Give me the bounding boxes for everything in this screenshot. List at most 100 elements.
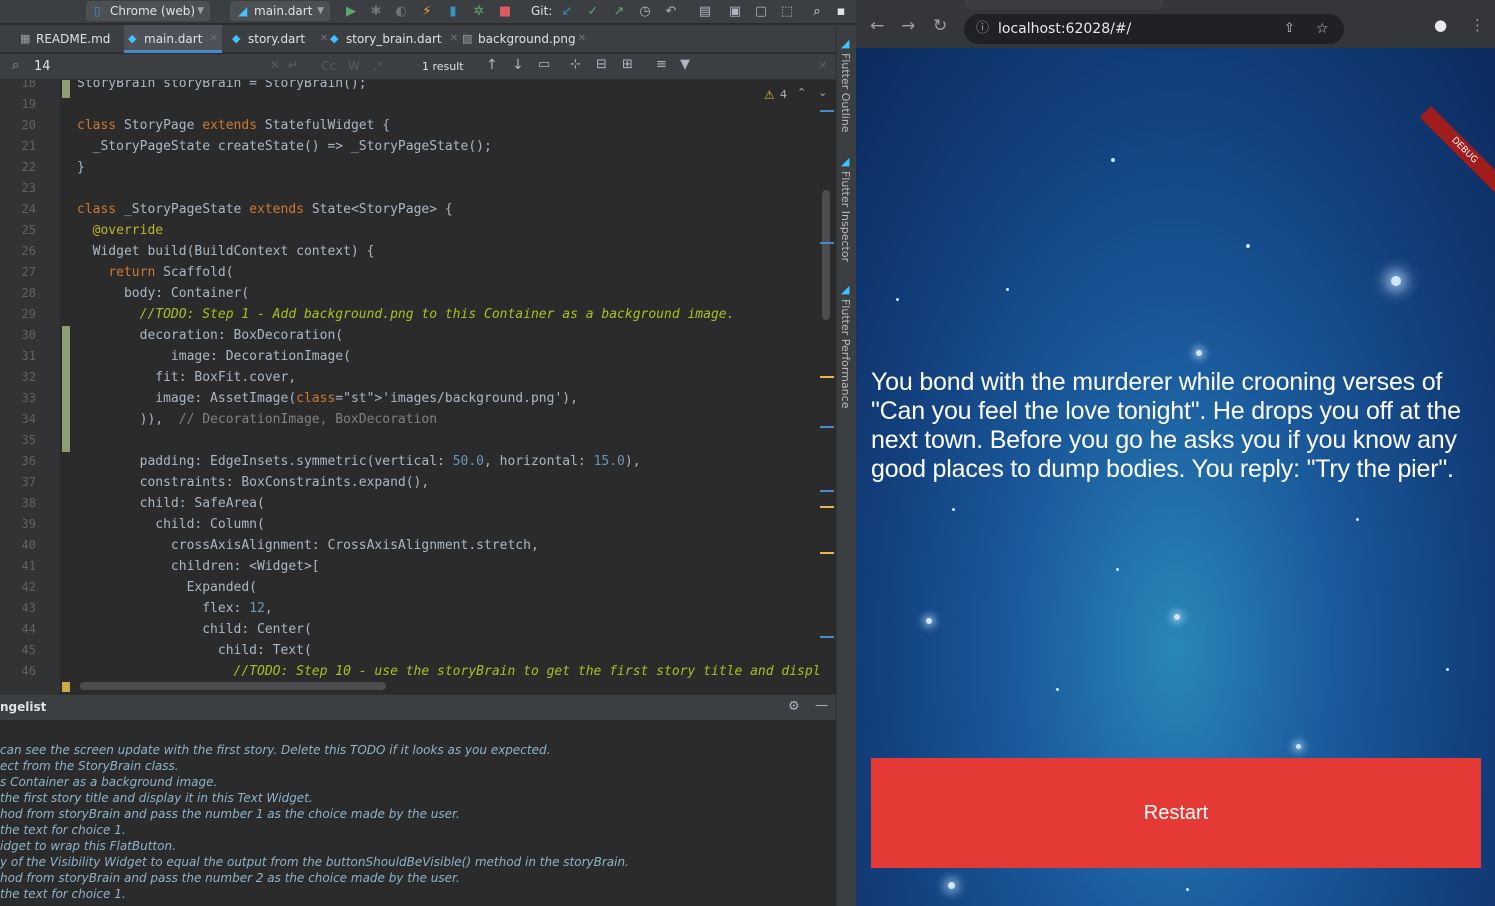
todo-item[interactable]: y of the Visibility Widget to equal the … xyxy=(0,854,629,870)
close-find-icon[interactable]: ✕ xyxy=(818,59,827,72)
debug-icon[interactable]: ✱ xyxy=(367,3,385,21)
line-number: 37 xyxy=(21,475,36,489)
arrow-up-icon[interactable]: ↑ xyxy=(486,57,498,73)
site-info-icon[interactable]: ⓘ xyxy=(976,14,989,44)
line-number: 18 xyxy=(21,80,36,90)
add-occurrence-icon[interactable]: ⊹ xyxy=(570,57,581,72)
horizontal-scrollbar[interactable] xyxy=(80,682,386,690)
flutter-inspector-panel[interactable]: Flutter Inspector xyxy=(839,171,852,262)
star-sparkle xyxy=(1111,158,1115,162)
select-all-occurrences-icon[interactable]: ▭ xyxy=(538,57,550,72)
find-bar: ⌕ 14 ✕ ↵ Cc W .* 1 result ↑ ↓ ▭ ⊹ ⊟ ⊞ ≡ … xyxy=(0,54,836,80)
hot-reload-icon[interactable]: ⚡ xyxy=(418,3,436,21)
project-structure-icon[interactable]: ▤ xyxy=(696,3,714,21)
search-icon[interactable]: ⌕ xyxy=(808,3,826,21)
tab-story-dart[interactable]: ◆ story.dart ✕ xyxy=(228,25,328,53)
new-line-icon[interactable]: ↵ xyxy=(288,58,298,72)
avatar-icon[interactable]: ▪ xyxy=(832,3,850,21)
bookmark-star-icon[interactable]: ☆ xyxy=(1316,14,1329,44)
history-icon[interactable]: ◷ xyxy=(636,3,654,21)
code-editor[interactable]: 18 19 20 21 22 23 24 25 26 27 28 29 30 31 32 33 34 35 36 37… xyxy=(0,80,836,694)
todo-item[interactable]: can see the screen update with the first… xyxy=(0,742,550,758)
star-sparkle xyxy=(1116,568,1119,571)
code-line: } xyxy=(77,160,85,175)
tab-background-png[interactable]: ▨ background.png ✕ xyxy=(458,25,586,53)
vertical-scrollbar[interactable] xyxy=(822,190,830,320)
chevron-down-icon: ▼ xyxy=(317,6,324,16)
emulator-icon[interactable]: ▣ xyxy=(726,3,744,21)
remove-occurrence-icon[interactable]: ⊟ xyxy=(596,57,607,72)
todo-item[interactable]: the first story title and display it in … xyxy=(0,790,313,806)
address-bar[interactable]: ⓘ localhost:62028/#/ ⇧ ☆ xyxy=(964,14,1344,44)
device-mirroring-icon[interactable]: ▢ xyxy=(752,3,770,21)
app-page: DEBUG You bond with the murderer while c… xyxy=(856,48,1495,906)
share-icon[interactable]: ⇧ xyxy=(1284,14,1295,44)
close-icon[interactable]: ✕ xyxy=(210,25,218,53)
device-selector[interactable]: ▯ Chrome (web) ▼ xyxy=(86,1,210,21)
todo-item[interactable]: ect from the StoryBrain class. xyxy=(0,758,179,774)
git-push-icon[interactable]: ↗ xyxy=(610,3,628,21)
line-number: 40 xyxy=(21,538,36,552)
profile-icon[interactable]: ● xyxy=(1434,16,1447,34)
find-result-count: 1 result xyxy=(422,60,464,73)
stop-icon[interactable]: ■ xyxy=(496,3,514,21)
git-commit-icon[interactable]: ✓ xyxy=(584,3,602,21)
tab-label: story.dart xyxy=(248,32,306,46)
editor-tabs: ▦ README.md ◆ main.dart ✕ ◆ story.dart ✕… xyxy=(0,25,836,53)
regex-toggle[interactable]: .* xyxy=(373,59,383,73)
line-number: 38 xyxy=(21,496,36,510)
todo-item[interactable]: the text for choice 1. xyxy=(0,886,126,902)
todo-item[interactable]: s Container as a background image. xyxy=(0,774,217,790)
match-case-toggle[interactable]: Cc xyxy=(321,59,336,73)
debug-banner: DEBUG xyxy=(1419,106,1495,196)
attach-debugger-icon[interactable]: ✲ xyxy=(470,3,488,21)
star-sparkle xyxy=(952,508,955,511)
line-number: 26 xyxy=(21,244,36,258)
tab-label: background.png xyxy=(478,32,576,46)
multiline-icon[interactable]: ≡ xyxy=(656,57,667,72)
chevron-down-icon[interactable]: ⌄ xyxy=(818,86,827,99)
profile-icon[interactable]: ◐ xyxy=(392,3,410,21)
reload-icon[interactable]: ↻ xyxy=(933,16,947,36)
flutter-performance-panel[interactable]: Flutter Performance xyxy=(839,299,852,408)
todo-item[interactable]: idget to wrap this FlatButton. xyxy=(0,838,176,854)
select-all-icon[interactable]: ⊞ xyxy=(622,57,633,72)
filter-icon[interactable]: ▼ xyxy=(680,57,690,72)
dart-file-icon: ◆ xyxy=(128,32,137,45)
find-input[interactable]: 14 xyxy=(34,59,51,74)
tab-story-brain-dart[interactable]: ◆ story_brain.dart ✕ xyxy=(326,25,458,53)
close-icon[interactable]: ✕ xyxy=(450,25,458,53)
vcs-change-marker xyxy=(62,80,70,98)
close-icon[interactable]: ✕ xyxy=(578,25,586,53)
git-update-icon[interactable]: ↙ xyxy=(558,3,576,21)
tab-main-dart[interactable]: ◆ main.dart ✕ xyxy=(124,25,222,53)
code-line: Expanded( xyxy=(77,580,258,595)
whole-word-toggle[interactable]: W xyxy=(348,59,360,73)
todo-item[interactable]: hod from storyBrain and pass the number … xyxy=(0,870,460,886)
kebab-menu-icon[interactable]: ⋮ xyxy=(1470,16,1485,34)
run-config-selector[interactable]: ◢ main.dart ▼ xyxy=(230,1,330,21)
sdk-manager-icon[interactable]: ⬚ xyxy=(778,3,796,21)
gear-icon[interactable]: ⚙ xyxy=(788,699,800,714)
arrow-down-icon[interactable]: ↓ xyxy=(512,57,524,73)
todo-panel-header: ngelist ⚙ — xyxy=(0,694,836,720)
rollback-icon[interactable]: ↶ xyxy=(662,3,680,21)
code-line: flex: 12, xyxy=(77,601,273,616)
tab-readme[interactable]: ▦ README.md xyxy=(16,25,120,53)
run-icon[interactable]: ▶ xyxy=(342,3,360,21)
star-sparkle xyxy=(926,618,932,624)
chevron-up-icon[interactable]: ⌃ xyxy=(797,86,806,99)
forward-icon[interactable]: → xyxy=(901,16,915,36)
active-tab[interactable] xyxy=(964,0,1164,10)
todo-item[interactable]: hod from storyBrain and pass the number … xyxy=(0,806,460,822)
restart-button[interactable]: Restart xyxy=(871,758,1481,868)
warning-icon[interactable]: ⚠ xyxy=(764,88,775,102)
line-number: 23 xyxy=(21,181,36,195)
flutter-outline-panel[interactable]: Flutter Outline xyxy=(839,53,852,133)
clear-search-icon[interactable]: ✕ xyxy=(270,58,280,72)
todo-item[interactable]: the text for choice 1. xyxy=(0,822,126,838)
line-number: 32 xyxy=(21,370,36,384)
back-icon[interactable]: ← xyxy=(870,16,884,36)
minimize-icon[interactable]: — xyxy=(815,698,828,713)
device-manager-icon[interactable]: ▮ xyxy=(444,3,462,21)
